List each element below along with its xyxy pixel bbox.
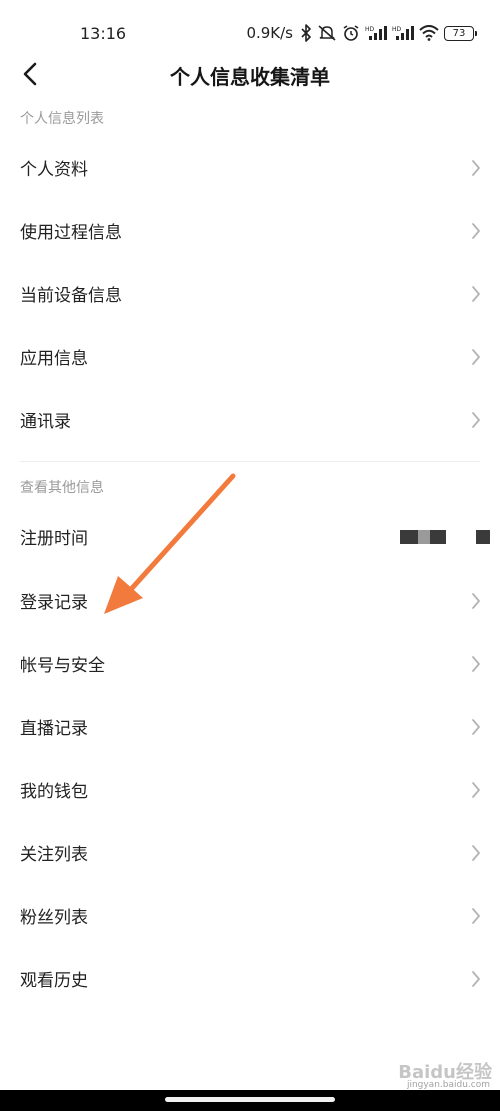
section-header-other-info: 查看其他信息: [20, 480, 104, 496]
alarm-icon: [342, 24, 360, 42]
svg-text:HD: HD: [365, 26, 375, 33]
list-item-label: 帐号与安全: [20, 656, 105, 676]
list-item-label: 应用信息: [20, 349, 88, 369]
chevron-right-icon: [470, 221, 482, 241]
list-item-label: 观看历史: [20, 971, 88, 991]
list-item-following[interactable]: 关注列表: [0, 821, 500, 884]
list-item-label: 粉丝列表: [20, 908, 88, 928]
chevron-right-icon: [470, 347, 482, 367]
network-speed: 0.9K/s: [246, 24, 293, 42]
chevron-right-icon: [470, 780, 482, 800]
chevron-right-icon: [470, 717, 482, 737]
list-item-contacts[interactable]: 通讯录: [0, 388, 500, 451]
redacted-value: [400, 529, 490, 544]
list-item-account-security[interactable]: 帐号与安全: [0, 632, 500, 695]
list-item-label: 直播记录: [20, 719, 88, 739]
watermark-url: jingyan.baidu.com: [406, 1080, 490, 1090]
chevron-right-icon: [470, 158, 482, 178]
mute-icon: [317, 24, 337, 42]
section-header-personal-info: 个人信息列表: [20, 111, 104, 127]
list-item-live-records[interactable]: 直播记录: [0, 695, 500, 758]
battery-icon: 73: [444, 25, 477, 41]
bluetooth-icon: [300, 24, 312, 42]
wifi-icon: [419, 25, 439, 41]
list-item-label: 关注列表: [20, 845, 88, 865]
list-item-label: 使用过程信息: [20, 223, 122, 243]
list-item-wallet[interactable]: 我的钱包: [0, 758, 500, 821]
chevron-right-icon: [470, 654, 482, 674]
list-item-register-time: 注册时间: [0, 505, 500, 568]
home-indicator[interactable]: [165, 1097, 335, 1102]
list-item-login-records[interactable]: 登录记录: [0, 569, 500, 632]
status-time: 13:16: [80, 24, 127, 43]
chevron-right-icon: [470, 969, 482, 989]
list-item-usage-info[interactable]: 使用过程信息: [0, 199, 500, 262]
list-item-label: 个人资料: [20, 160, 88, 180]
chevron-right-icon: [470, 591, 482, 611]
list-item-label: 我的钱包: [20, 782, 88, 802]
list-item-label: 通讯录: [20, 412, 71, 432]
list-item-profile[interactable]: 个人资料: [0, 136, 500, 199]
list-item-app-info[interactable]: 应用信息: [0, 325, 500, 388]
chevron-right-icon: [470, 410, 482, 430]
status-bar: 13:16 0.9K/s HD HD 73: [0, 0, 500, 52]
nav-bar: 个人信息收集清单: [0, 52, 500, 96]
svg-text:HD: HD: [392, 26, 402, 33]
list-item-followers[interactable]: 粉丝列表: [0, 884, 500, 947]
status-icons: 0.9K/s HD HD 73: [246, 22, 477, 44]
list-item-watch-history[interactable]: 观看历史: [0, 947, 500, 1010]
page-title: 个人信息收集清单: [170, 65, 330, 89]
chevron-right-icon: [470, 843, 482, 863]
signal-hd-icon: HD: [365, 24, 387, 42]
list-item-device-info[interactable]: 当前设备信息: [0, 262, 500, 325]
list-item-label: 当前设备信息: [20, 286, 122, 306]
list-item-label: 登录记录: [20, 593, 88, 613]
system-nav-bar: [0, 1090, 500, 1111]
list-item-label: 注册时间: [20, 529, 88, 549]
chevron-right-icon: [470, 906, 482, 926]
chevron-right-icon: [470, 284, 482, 304]
signal-hd-icon: HD: [392, 24, 414, 42]
section-divider: [20, 461, 480, 462]
